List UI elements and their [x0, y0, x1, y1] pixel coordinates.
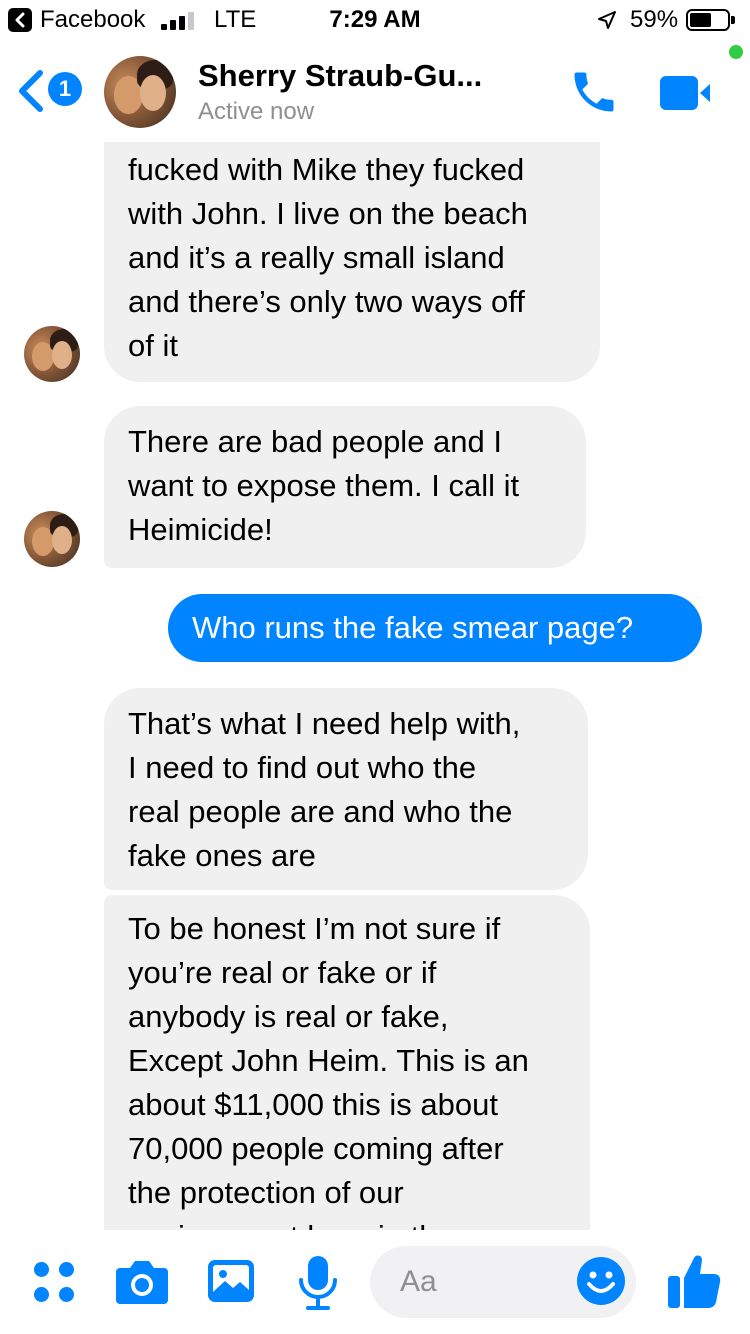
camera-icon	[116, 1261, 168, 1304]
smiley-icon	[577, 1257, 625, 1305]
message-line: want to expose them. I call it	[128, 468, 520, 503]
camera-button[interactable]	[114, 1258, 170, 1306]
message-bubble-incoming[interactable]: fucked with Mike they fucked with John. …	[104, 142, 600, 382]
message-line: Heimicide!	[128, 512, 273, 547]
message-line: with John. I live on the beach	[128, 196, 528, 231]
message-bubble-incoming[interactable]: That’s what I need help with, I need to …	[104, 688, 588, 890]
message-line: 70,000 people coming after	[128, 1131, 504, 1166]
emoji-button[interactable]	[576, 1256, 626, 1306]
voice-call-button[interactable]	[568, 66, 620, 118]
message-bubble-outgoing[interactable]: Who runs the fake smear page?	[168, 594, 702, 662]
message-line: you’re real or fake or if	[128, 955, 437, 990]
messenger-screen: Facebook LTE 7:29 AM 59% 1 Sherry Straub…	[0, 0, 750, 1334]
contact-status: Active now	[198, 98, 315, 125]
like-button[interactable]	[666, 1252, 722, 1310]
message-line: of it	[128, 328, 178, 363]
battery-icon	[686, 9, 735, 31]
status-bar: Facebook LTE 7:29 AM 59%	[0, 0, 750, 40]
message-bubble-incoming[interactable]: To be honest I’m not sure if you’re real…	[104, 895, 590, 1230]
active-status-dot	[729, 45, 743, 59]
message-line: Except John Heim. This is an	[128, 1043, 529, 1078]
contact-name[interactable]: Sherry Straub-Gu...	[198, 58, 482, 94]
video-call-button[interactable]	[660, 74, 720, 114]
message-line: That’s what I need help with,	[128, 706, 521, 741]
video-camera-icon	[660, 76, 698, 110]
conversation-header: 1 Sherry Straub-Gu... Active now	[0, 40, 750, 142]
message-line: and there’s only two ways off	[128, 284, 525, 319]
microphone-icon	[299, 1256, 337, 1310]
message-line: the protection of our	[128, 1175, 404, 1210]
message-line: anybody is real or fake,	[128, 999, 449, 1034]
image-icon	[208, 1260, 254, 1302]
back-button[interactable]: 1	[16, 68, 90, 114]
sender-avatar[interactable]	[24, 326, 80, 382]
message-line: environment here in the	[128, 1215, 566, 1230]
thumbs-up-icon	[668, 1255, 721, 1308]
unread-badge: 1	[48, 72, 82, 106]
message-line: about $11,000 this is about	[128, 1087, 498, 1122]
message-line: There are bad people and I	[128, 424, 502, 459]
message-thread[interactable]: fucked with Mike they fucked with John. …	[0, 142, 750, 1230]
battery-fill	[690, 13, 711, 27]
message-line: and it’s a really small island	[128, 240, 505, 275]
sender-avatar[interactable]	[24, 511, 80, 567]
message-line: I need to find out who the	[128, 750, 477, 785]
message-line: real people are and who the	[128, 794, 513, 829]
voice-record-button[interactable]	[296, 1254, 340, 1312]
battery-percent: 59%	[630, 6, 679, 33]
message-line: Who runs the fake smear page?	[192, 610, 634, 645]
phone-icon	[574, 72, 614, 112]
more-actions-button[interactable]	[32, 1260, 78, 1306]
composer-bar: Aa	[0, 1230, 750, 1334]
message-bubble-incoming[interactable]: There are bad people and I want to expos…	[104, 406, 586, 568]
message-input-placeholder: Aa	[400, 1265, 437, 1298]
chevron-left-icon	[19, 70, 43, 112]
message-line: fucked with Mike they fucked	[128, 152, 525, 187]
contact-avatar[interactable]	[104, 56, 176, 128]
message-line: To be honest I’m not sure if	[128, 911, 501, 946]
gallery-button[interactable]	[206, 1256, 256, 1306]
location-arrow-icon	[596, 9, 618, 38]
message-line: fake ones are	[128, 838, 316, 873]
